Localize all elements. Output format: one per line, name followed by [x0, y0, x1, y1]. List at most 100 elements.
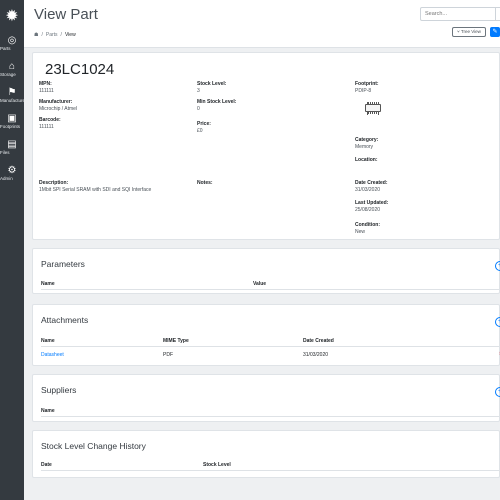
- barcode-value: 111111: [39, 124, 54, 130]
- divider: [41, 470, 499, 471]
- attachment-mime: PDF: [163, 352, 173, 358]
- add-parameter-icon[interactable]: +: [495, 261, 500, 271]
- condition-value: New: [355, 229, 366, 235]
- suppliers-card: Suppliers + Name: [32, 374, 500, 422]
- pencil-icon: ✎: [492, 29, 498, 35]
- stock-level-value: 3: [197, 88, 200, 94]
- condition-label: Condition:: [355, 222, 380, 228]
- column-header: Value: [253, 281, 267, 287]
- column-header: Date Created: [303, 338, 334, 344]
- app-logo-icon[interactable]: ✹: [0, 4, 24, 30]
- page-title: View Part: [34, 6, 98, 23]
- attachments-title: Attachments: [41, 315, 89, 325]
- sidebar-item-manufacturers[interactable]: ⚑ Manufacturers: [0, 88, 24, 104]
- sidebar-item-label: Files: [0, 150, 10, 155]
- column-header: Name: [41, 281, 55, 287]
- parameters-card: Parameters + Name Value: [32, 248, 500, 294]
- barcode-field: Barcode: 111111: [39, 117, 61, 131]
- price-value: £0: [197, 128, 203, 134]
- location-field: Location:: [355, 157, 378, 164]
- tree-view-label: Tree View: [460, 29, 481, 34]
- column-header: Name: [41, 408, 55, 414]
- stock-level-field: Stock Level: 3: [197, 81, 226, 95]
- gauge-icon: ◎: [7, 35, 17, 46]
- manufacturer-value: Microchip / Atmel: [39, 106, 78, 112]
- category-label: Category:: [355, 137, 379, 143]
- column-header: Stock Level: [203, 462, 231, 468]
- divider: [41, 346, 499, 347]
- sidebar-item-footprints[interactable]: ▣ Footprints: [0, 114, 24, 130]
- divider: [41, 289, 499, 290]
- date-created-field: Date Created: 31/03/2020: [355, 180, 388, 194]
- blueprint-icon: ▣: [7, 113, 17, 124]
- location-label: Location:: [355, 157, 378, 163]
- breadcrumb-view: View: [64, 32, 76, 38]
- sidebar-item-files[interactable]: ▤ Files: [0, 140, 24, 156]
- last-updated-field: Last Updated: 25/08/2020: [355, 200, 388, 214]
- price-field: Price: £0: [197, 121, 211, 135]
- stock-level-label: Stock Level:: [197, 81, 227, 87]
- edit-button[interactable]: ✎: [490, 27, 500, 37]
- sidebar-item-storage[interactable]: ⌂ Storage: [0, 62, 24, 78]
- manufacturer-field: Manufacturer: Microchip / Atmel: [39, 99, 77, 113]
- description-value: 1Mbit SPI Serial SRAM with SDI and SQI I…: [39, 187, 152, 193]
- column-header: Name: [41, 338, 55, 344]
- min-stock-field: Min Stock Level: 0: [197, 99, 236, 113]
- condition-field: Condition: New: [355, 222, 380, 236]
- notes-label: Notes:: [197, 180, 213, 186]
- sidebar-item-label: Storage: [0, 72, 16, 77]
- mpn-field: MPN: 111111: [39, 81, 54, 95]
- tree-view-button[interactable]: ⑂ Tree View: [452, 27, 486, 37]
- parameters-title: Parameters: [41, 259, 85, 269]
- footprint-label: Footprint:: [355, 81, 379, 87]
- footprint-field: Footprint: PDIP-8: [355, 81, 379, 95]
- sidebar-item-label: Manufacturers: [0, 98, 24, 103]
- file-icon: ▤: [7, 139, 17, 150]
- search-button[interactable]: [495, 7, 500, 21]
- main-content: View Part ☗/Parts/View ⑂ Tree View ✎ 23L…: [24, 0, 500, 500]
- breadcrumb: ☗ / Parts / View: [34, 32, 76, 38]
- sidebar-item-label: Footprints: [0, 124, 21, 129]
- search-input[interactable]: [420, 7, 500, 21]
- breadcrumb-parts[interactable]: Parts: [46, 32, 58, 38]
- tree-icon: ⑂: [457, 29, 460, 34]
- home-icon[interactable]: ☗: [34, 32, 38, 38]
- manufacturer-label: Manufacturer:: [39, 99, 73, 105]
- page-header: View Part ☗/Parts/View ⑂ Tree View ✎: [24, 0, 500, 48]
- factory-icon: ⚑: [7, 87, 17, 98]
- last-updated-value: 25/08/2020: [355, 207, 381, 213]
- min-stock-label: Min Stock Level:: [197, 99, 237, 105]
- column-header: MIME Type: [163, 338, 189, 344]
- sidebar-item-admin[interactable]: ⚙ Admin: [0, 166, 24, 182]
- divider: [41, 416, 499, 417]
- add-attachment-icon[interactable]: +: [495, 317, 500, 327]
- stock-history-title: Stock Level Change History: [41, 441, 146, 451]
- add-supplier-icon[interactable]: +: [495, 387, 500, 397]
- stock-history-card: Stock Level Change History Date Stock Le…: [32, 430, 500, 478]
- min-stock-value: 0: [197, 106, 200, 112]
- suppliers-title: Suppliers: [41, 385, 77, 395]
- attachment-date: 31/03/2020: [303, 352, 329, 358]
- warehouse-icon: ⌂: [8, 61, 16, 72]
- description-field: Description: 1Mbit SPI Serial SRAM with …: [39, 180, 189, 194]
- mpn-value: 111111: [39, 88, 54, 94]
- footprint-value: PDIP-8: [355, 88, 372, 94]
- price-label: Price:: [197, 121, 211, 127]
- sidebar: ✹ ◎ Parts ⌂ Storage ⚑ Manufacturers ▣ Fo…: [0, 0, 24, 500]
- description-label: Description:: [39, 180, 69, 186]
- last-updated-label: Last Updated:: [355, 200, 389, 206]
- part-number: 23LC1024: [45, 61, 115, 78]
- column-header: Date: [41, 462, 52, 468]
- gear-icon: ⚙: [7, 165, 17, 176]
- attachments-card: Attachments + Name MIME Type Date Create…: [32, 304, 500, 366]
- notes-field: Notes:: [197, 180, 213, 187]
- sidebar-item-label: Parts: [0, 46, 11, 51]
- date-created-label: Date Created:: [355, 180, 388, 186]
- barcode-label: Barcode:: [39, 117, 61, 123]
- attachment-link[interactable]: Datasheet: [41, 352, 64, 358]
- date-created-value: 31/03/2020: [355, 187, 381, 193]
- part-details-card: 23LC1024 MPN: 111111 Manufacturer: Micro…: [32, 52, 500, 240]
- sidebar-item-parts[interactable]: ◎ Parts: [0, 36, 24, 52]
- mpn-label: MPN:: [39, 81, 52, 87]
- category-field: Category: Memory: [355, 137, 378, 151]
